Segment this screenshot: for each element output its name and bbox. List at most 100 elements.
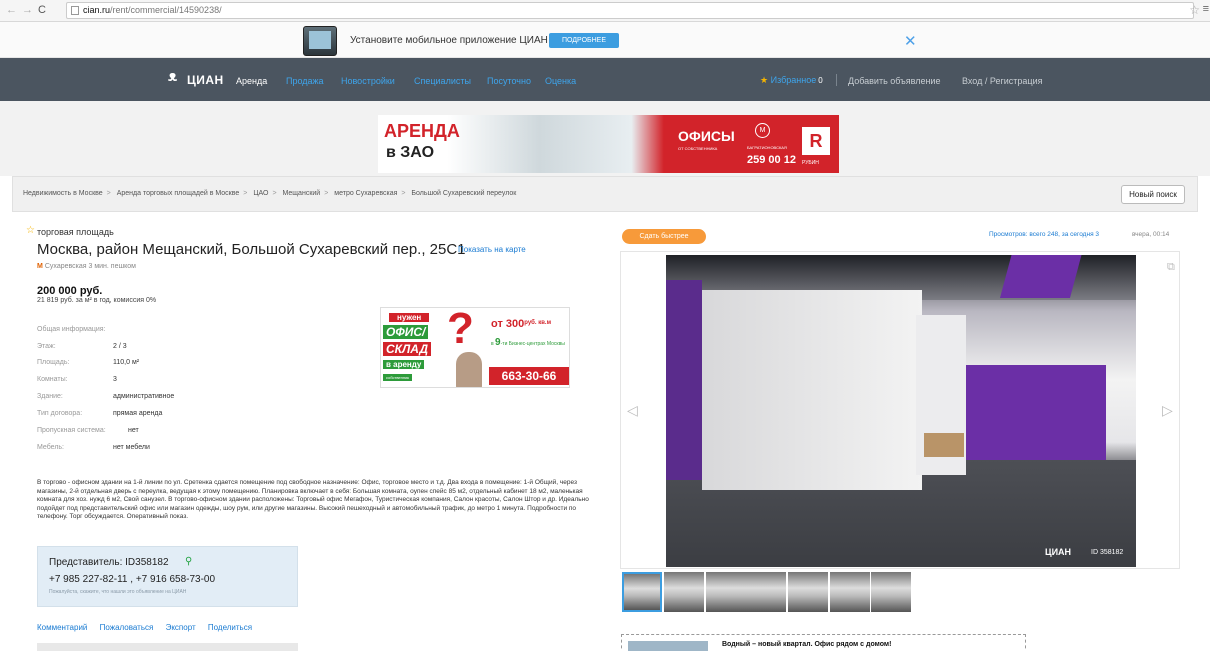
breadcrumb-item[interactable]: Большой Сухаревский переулок (411, 190, 516, 197)
app-install-banner: Установите мобильное приложение ЦИАН ПОД… (0, 22, 1210, 58)
listing-description: В торгово - офисном здании на 1-й линии … (37, 479, 589, 521)
thumbnail[interactable] (622, 572, 662, 612)
metro-icon: M (37, 263, 43, 270)
sell-faster-button[interactable]: Сдать быстрее (622, 229, 706, 244)
ad-price-from: от 300руб. кв.м (491, 318, 551, 330)
top-banner-ad[interactable]: АРЕНДА в ЗАО ОФИСЫ ОТ СОБСТВЕННИКА M БАГ… (378, 115, 839, 173)
show-on-map-link[interactable]: Показать на карте (458, 245, 526, 254)
photo-boxes (924, 433, 964, 457)
breadcrumb-item[interactable]: ЦАО (253, 190, 268, 197)
breadcrumb-separator: > (106, 190, 111, 197)
add-listing-link[interactable]: Добавить объявление (848, 76, 940, 86)
page-icon (71, 6, 79, 15)
ad-station: БАГРАТИОНОВСКАЯ (747, 145, 787, 150)
info-value: 3 (113, 376, 117, 383)
info-label: Пропускная система: (37, 427, 106, 434)
breadcrumb-item[interactable]: Аренда торговых площадей в Москве (117, 190, 240, 197)
promo-image (628, 641, 708, 651)
breadcrumb-item[interactable]: Недвижимость в Москве (23, 190, 103, 197)
thumbnail[interactable] (746, 572, 786, 612)
metro-info: M Сухаревская 3 мин. пешком (37, 263, 136, 270)
thumbnail[interactable] (871, 572, 911, 612)
photo-purple-panel (999, 255, 1083, 298)
reload-icon[interactable]: C (38, 3, 46, 17)
breadcrumb-separator: > (272, 190, 277, 197)
info-label: Мебель: (37, 444, 64, 451)
ad-bc-text: -ти Бизнес-центрах Москвы (500, 341, 565, 347)
ad-headline: АРЕНДА (384, 121, 460, 141)
views-counter[interactable]: Просмотров: всего 248, за сегодня 3 (989, 231, 1099, 238)
thumbnail[interactable] (788, 572, 828, 612)
app-banner-text: Установите мобильное приложение ЦИАН (350, 35, 548, 46)
ad-subheadline: в ЗАО (386, 144, 435, 161)
favorite-star-icon[interactable]: ☆ (26, 225, 35, 236)
metro-text: Сухаревская 3 мин. пешком (44, 263, 136, 270)
bookmark-star-icon[interactable]: ☆ (1189, 3, 1200, 17)
nav-item-rent[interactable]: Аренда (236, 76, 267, 86)
app-more-button[interactable]: ПОДРОБНЕЕ (549, 33, 619, 48)
logo-text: ЦИАН (187, 73, 224, 87)
nav-item-newbuilds[interactable]: Новостройки (341, 76, 395, 86)
prev-photo-icon[interactable]: ◁ (627, 402, 638, 419)
export-link[interactable]: Экспорт (166, 623, 196, 632)
ad-phone: 259 00 12 (747, 154, 796, 166)
info-value: нет мебели (113, 444, 150, 451)
thumbnail[interactable] (706, 572, 746, 612)
ad-offices: ОФИСЫ (678, 128, 735, 144)
close-icon[interactable]: ✕ (904, 32, 917, 50)
posted-time: вчера, 00:14 (1132, 231, 1170, 238)
phone-icon (303, 26, 337, 56)
promo-text: Водный – новый квартал. Офис рядом с дом… (722, 641, 892, 648)
nav-favorites[interactable]: ★ Избранное 0 (760, 75, 823, 86)
woman-photo (456, 352, 482, 387)
nav-item-daily[interactable]: Посуточно (487, 76, 531, 86)
forward-arrow-icon[interactable]: → (22, 3, 33, 17)
promo-block[interactable]: Водный – новый квартал. Офис рядом с дом… (621, 634, 1026, 651)
url-path: /rent/commercial/14590238/ (110, 5, 222, 15)
browser-toolbar: ← → C cian.ru/rent/commercial/14590238/ … (0, 0, 1210, 22)
ad-business-centers: в 9-ти Бизнес-центрах Москвы (491, 337, 569, 348)
thumbnail[interactable] (664, 572, 704, 612)
main-photo[interactable]: ЦИАН ID 358182 (666, 255, 1136, 567)
share-link[interactable]: Поделиться (208, 623, 252, 632)
thumbnail[interactable] (830, 572, 870, 612)
next-photo-icon[interactable]: ▷ (1162, 402, 1173, 419)
watermark-id: ID 358182 (1091, 549, 1124, 556)
login-link[interactable]: Вход / Регистрация (962, 76, 1042, 86)
photo-left-wall (666, 280, 702, 480)
breadcrumb-item[interactable]: метро Сухаревская (334, 190, 397, 197)
info-value: административное (113, 393, 175, 400)
ad-owner: собственник (383, 374, 413, 381)
address-bar[interactable]: cian.ru/rent/commercial/14590238/ (66, 2, 1194, 19)
agent-note: Пожалуйста, скажите, что нашли это объяв… (49, 589, 187, 595)
new-search-button[interactable]: Новый поиск (1121, 185, 1185, 204)
office-rent-ad[interactable]: нужен ОФИС/ СКЛАД в аренду собственник ?… (380, 307, 570, 388)
cian-logo[interactable]: ЦИАН (168, 68, 224, 87)
complain-link[interactable]: Пожаловаться (100, 623, 154, 632)
property-type: торговая площадь (37, 227, 114, 237)
ad-need: нужен (389, 313, 430, 322)
nav-item-sale[interactable]: Продажа (286, 76, 324, 86)
browser-menu-icon[interactable]: ≡ (1203, 3, 1209, 15)
ad-phone: 663-30-66 (489, 367, 569, 385)
info-label: Комнаты: (37, 376, 68, 383)
listing-price: 200 000 руб. (37, 285, 103, 297)
price-details: 21 819 руб. за м² в год, комиссия 0% (37, 297, 157, 304)
agent-contact-box: Представитель: ID358182 ⚲ +7 985 227-82-… (37, 546, 298, 607)
breadcrumb-item[interactable]: Мещанский (283, 190, 321, 197)
star-icon: ★ (760, 75, 769, 85)
info-label: Здание: (37, 393, 63, 400)
rubin-logo-icon: R (802, 127, 830, 155)
info-value: нет (128, 427, 139, 434)
nav-item-valuation[interactable]: Оценка (545, 76, 576, 86)
ad-office: ОФИС/ (383, 325, 429, 339)
nav-item-specialists[interactable]: Специалисты (414, 76, 471, 86)
ad-rent: в аренду (383, 360, 425, 369)
comment-link[interactable]: Комментарий (37, 623, 87, 632)
breadcrumb-separator: > (324, 190, 329, 197)
info-value: 2 / 3 (113, 343, 127, 350)
agent-phones[interactable]: +7 985 227-82-11 , +7 916 658-73-00 (49, 574, 215, 585)
info-value: 110,0 м² (113, 359, 140, 366)
fullscreen-icon[interactable]: ⧉ (1167, 261, 1175, 274)
back-arrow-icon[interactable]: ← (6, 3, 17, 17)
